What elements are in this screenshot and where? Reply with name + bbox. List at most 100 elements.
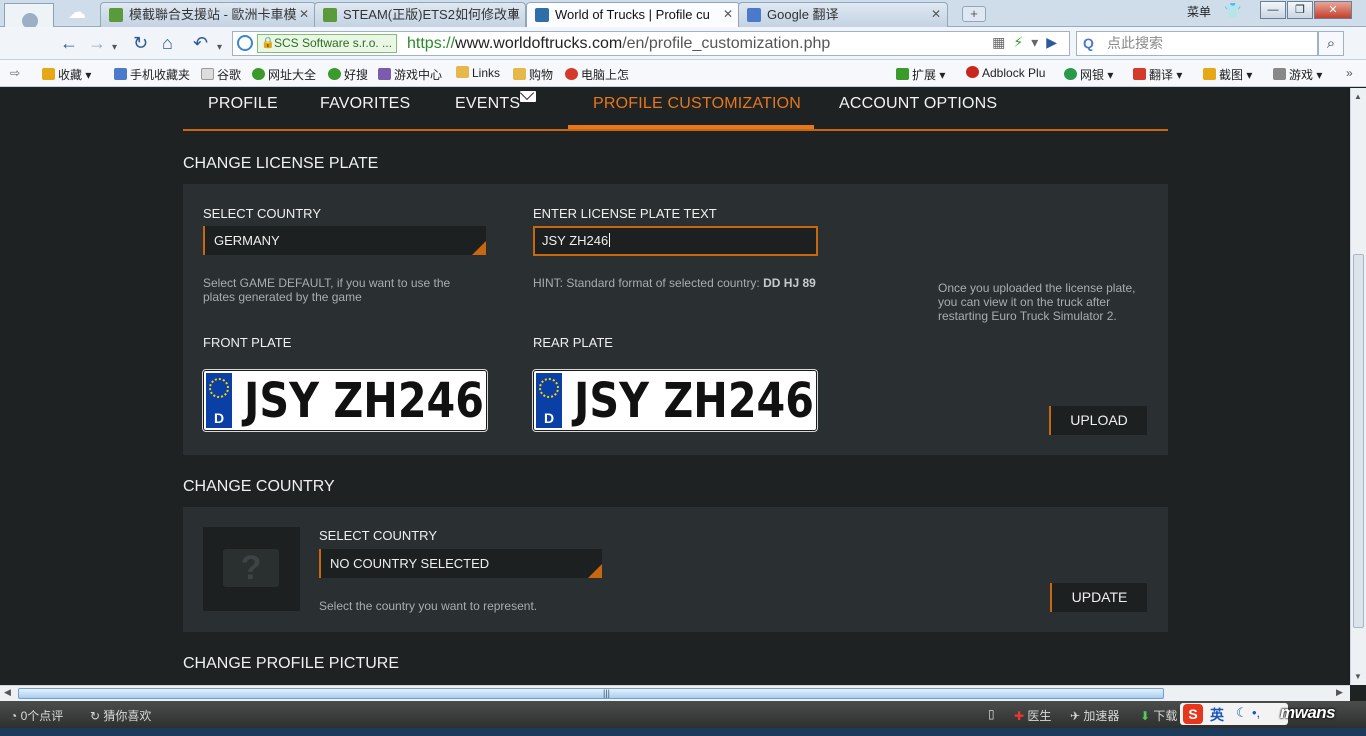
update-button[interactable]: Update [1050,583,1147,612]
refresh-icon[interactable]: ↻ [133,33,148,53]
chevron-down-icon[interactable]: ▾ [1031,34,1046,50]
home-icon[interactable]: ⌂ [162,33,173,53]
bookmarks-bar: ⇨ 收藏 ▾ 手机收藏夹 谷歌 网址大全 好搜 游戏中心 Links 购物 电脑… [0,60,1366,87]
hint-prefix: HINT: Standard format of selected countr… [533,276,760,290]
bank-icon [1064,68,1077,80]
go-icon[interactable]: ▶ [1046,34,1065,50]
bookmark-item[interactable]: 收藏 ▾ [42,66,91,83]
globe-icon [237,35,253,51]
nav-profile-customization[interactable]: Profile Customization [593,95,801,113]
front-plate-preview: D JSY ZH246 [203,370,487,431]
nav-events[interactable]: Events [455,95,520,113]
browser-tab-4[interactable]: Google 翻译 ✕ [738,2,948,27]
close-icon[interactable]: ✕ [723,3,733,26]
bookmark-item[interactable]: 游戏 ▾ [1273,66,1322,83]
ime-mode[interactable]: 英 [1210,705,1224,725]
browser-tab-1[interactable]: 模截聯合支援站 - 歐洲卡車模 ✕ [100,2,316,27]
chevron-down-icon[interactable]: ▾ [217,38,222,58]
browser-tab-2[interactable]: STEAM(正版)ETS2如何修改車 ✕ [314,2,526,27]
plate-country-code: D [213,410,225,426]
minimize-button[interactable]: — [1260,1,1286,19]
bookmark-item[interactable]: Adblock Plu [966,66,1045,80]
bookmark-item[interactable]: 购物 [513,66,553,83]
window-close-button[interactable]: ✕ [1314,1,1352,19]
nav-account-options[interactable]: Account Options [839,95,997,113]
close-icon[interactable]: ✕ [299,3,309,26]
bookmark-label: 扩展 [912,68,937,82]
bookmark-item[interactable]: 截图 ▾ [1203,66,1252,83]
search-input[interactable]: Q 点此搜索 [1076,31,1318,56]
ime-toolbar[interactable]: S 英 ☾ •, [1180,703,1288,725]
vertical-scroll-thumb[interactable] [1353,254,1364,628]
cloud-icon[interactable]: ☁ [68,3,88,21]
tab-title: STEAM(正版)ETS2如何修改車 [343,7,520,22]
close-icon[interactable]: ✕ [931,3,941,26]
bookmark-item[interactable]: 谷歌 [201,66,241,83]
bookmark-item[interactable]: 翻译 ▾ [1133,66,1182,83]
bookmark-item[interactable]: 游戏中心 [378,66,442,83]
status-item[interactable]: ⬇ 下载 [1140,707,1177,724]
browser-tab-3-active[interactable]: World of Trucks | Profile cu ✕ [526,2,740,28]
scroll-right-icon[interactable]: ▶ [1336,687,1343,698]
country-panel: ? Select Country No country selected Sel… [183,507,1168,632]
plate-country-hint: Select GAME DEFAULT, if you want to use … [203,276,451,304]
nav-profile[interactable]: Profile [208,95,278,113]
undo-icon[interactable]: ↶ [193,33,208,53]
bookmark-label: 电脑上怎 [581,68,630,82]
star-icon [42,68,55,80]
url-text[interactable]: https://www.worldoftrucks.com/en/profile… [407,35,830,53]
adblock-icon [966,66,979,78]
plate-text-input[interactable]: JSY ZH246 [533,226,818,256]
status-item[interactable]: ◔ 0个点评 [10,707,63,724]
bookmark-item[interactable]: 扩展 ▾ [896,66,945,83]
vertical-scrollbar[interactable]: ▲ ▼ [1350,88,1366,685]
status-item[interactable]: ↻ 猜你喜欢 [90,707,151,724]
skin-icon[interactable]: 👕 [1224,2,1241,19]
scroll-down-icon[interactable]: ▼ [1354,672,1362,681]
forward-icon[interactable]: → [88,33,106,53]
lock-icon: 🔒 [261,37,275,49]
moon-icon[interactable]: ☾ [1236,705,1248,721]
maximize-button[interactable]: ❐ [1287,1,1313,19]
bookmark-item[interactable]: 电脑上怎 [565,66,629,83]
ssl-badge[interactable]: 🔒 SCS Software s.r.o. ... [257,34,398,53]
horizontal-scrollbar[interactable]: ◀ ||| ▶ [0,685,1350,701]
chevron-down-icon[interactable]: ▾ [112,38,117,58]
punctuation-icon[interactable]: •, [1252,705,1260,720]
close-icon[interactable]: ✕ [509,3,519,26]
search-engine-icon[interactable]: Q [1083,32,1094,55]
bookmark-item[interactable]: Links [456,66,500,80]
bookmark-import-icon[interactable]: ⇨ [10,66,20,80]
new-tab-button[interactable]: + [962,6,986,22]
mail-icon [520,91,536,102]
more-chevron-icon[interactable]: » [1346,66,1353,80]
nav-favorites[interactable]: Favorites [320,95,410,113]
bookmark-item[interactable]: 手机收藏夹 [114,66,190,83]
back-icon[interactable]: ← [60,33,78,53]
accelerator-icon: ✈ [1070,709,1081,723]
hint-format: DD HJ 89 [763,276,816,290]
upload-button[interactable]: Upload [1049,406,1147,435]
qr-icon[interactable]: ▦ [992,34,1013,50]
scroll-left-icon[interactable]: ◀ [4,687,11,698]
country-select[interactable]: No country selected [319,549,602,578]
horizontal-scroll-thumb[interactable]: ||| [18,688,1164,699]
status-item[interactable]: ✈ 加速器 [1070,707,1119,724]
lightning-icon[interactable]: ⚡ [1013,34,1031,50]
bookmark-label: 截图 [1219,68,1244,82]
search-button[interactable]: ⌕ [1318,31,1344,56]
bookmark-item[interactable]: 网址大全 [252,66,316,83]
status-item[interactable]: ✚ 医生 [1014,707,1051,724]
bookmark-item[interactable]: 网银 ▾ [1064,66,1113,83]
address-tools[interactable]: ▦⚡▾▶ [992,34,1065,51]
browser-menu-label[interactable]: 菜单 [1187,3,1211,20]
plate-country-select[interactable]: Germany [203,226,486,255]
site-nav: Profile Favorites Events Profile Customi… [183,88,1168,131]
bookmark-label: 手机收藏夹 [130,68,191,82]
site-icon [252,68,265,80]
address-bar[interactable]: 🔒 SCS Software s.r.o. ... https://www.wor… [232,31,1070,56]
scroll-up-icon[interactable]: ▲ [1354,92,1362,101]
phone-icon[interactable]: ▯ [988,707,995,721]
bookmark-label: 游戏 [1289,68,1314,82]
bookmark-item[interactable]: 好搜 [328,66,368,83]
